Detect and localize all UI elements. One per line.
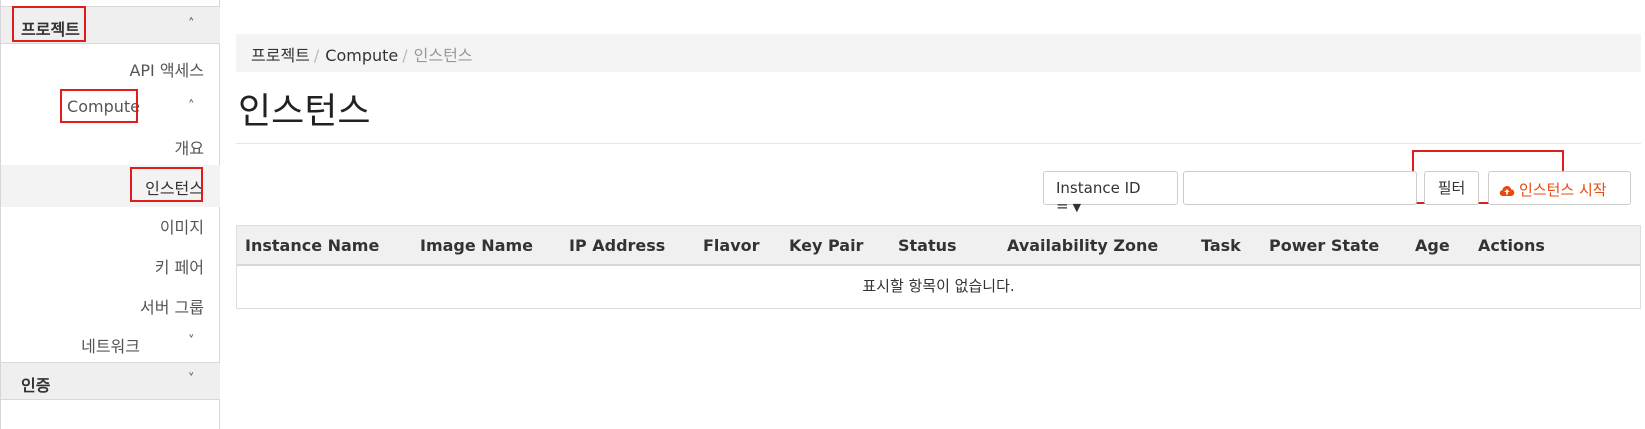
column-header[interactable]: Instance Name [245, 236, 379, 255]
filter-field-select[interactable]: Instance ID = ▼ [1043, 171, 1178, 215]
chevron-up-icon: ˄ [188, 99, 195, 114]
sidebar-item-key-pairs[interactable]: 키 페어 [155, 254, 204, 278]
chevron-down-icon: ˅ [188, 372, 195, 387]
column-header[interactable]: Flavor [703, 236, 760, 255]
sidebar-item-images[interactable]: 이미지 [160, 214, 204, 238]
instances-table: Instance Name Image Name IP Address Flav… [236, 225, 1641, 309]
breadcrumb-current: 인스턴스 [413, 46, 473, 65]
highlight-box [60, 89, 138, 123]
breadcrumb-separator: / [402, 46, 408, 65]
launch-instance-label: 인스턴스 시작 [1519, 181, 1607, 199]
table-empty-message: 표시할 항목이 없습니다. [862, 277, 1015, 295]
column-header[interactable]: Age [1415, 236, 1450, 255]
page-title: 인스턴스 [238, 91, 371, 132]
chevron-down-icon: ˅ [188, 334, 195, 349]
column-header[interactable]: Power State [1269, 236, 1379, 255]
divider [236, 143, 1641, 144]
sidebar-section-identity[interactable]: 인증 ˅ [1, 362, 220, 400]
sidebar-item-server-groups[interactable]: 서버 그룹 [140, 294, 204, 318]
breadcrumb-item-compute[interactable]: Compute [325, 46, 398, 65]
cloud-upload-icon [1499, 185, 1515, 196]
sidebar-item-overview[interactable]: 개요 [175, 135, 204, 159]
chevron-up-icon: ˄ [188, 17, 195, 32]
breadcrumb-separator: / [313, 46, 320, 65]
column-header[interactable]: IP Address [569, 236, 665, 255]
table-header: Instance Name Image Name IP Address Flav… [237, 226, 1640, 266]
column-header[interactable]: Status [898, 236, 957, 255]
filter-button[interactable]: 필터 [1424, 171, 1479, 205]
sidebar: 프로젝트 ˄ API 액세스 Compute ˄ 개요 인스턴스 이미지 키 페… [0, 0, 220, 429]
column-header[interactable]: Image Name [420, 236, 533, 255]
filter-input[interactable] [1183, 171, 1417, 205]
column-header[interactable]: Key Pair [789, 236, 863, 255]
breadcrumb: 프로젝트 / Compute / 인스턴스 [236, 34, 1641, 72]
highlight-box [12, 6, 86, 42]
column-header[interactable]: Availability Zone [1007, 236, 1158, 255]
sidebar-section-identity-label: 인증 [21, 376, 51, 395]
breadcrumb-item-project[interactable]: 프로젝트 [251, 46, 310, 65]
launch-instance-button[interactable]: 인스턴스 시작 [1488, 171, 1631, 205]
filter-field-select-value: Instance ID = [1056, 179, 1141, 215]
column-header[interactable]: Actions [1478, 236, 1545, 255]
highlight-box [130, 167, 203, 202]
sidebar-item-network[interactable]: 네트워크 [81, 333, 140, 357]
column-header[interactable]: Task [1201, 236, 1241, 255]
caret-down-icon: ▼ [1072, 201, 1082, 214]
sidebar-item-api-access[interactable]: API 액세스 [129, 57, 204, 81]
